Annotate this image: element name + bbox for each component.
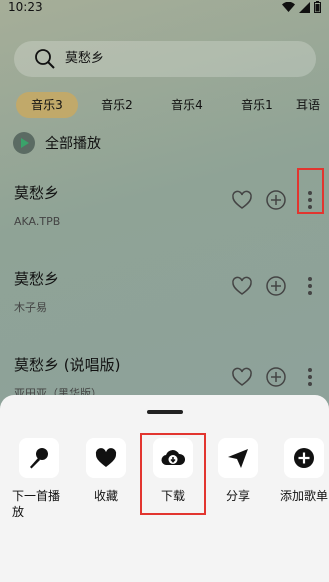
action-label: 收藏	[93, 489, 118, 503]
search-bar[interactable]: 莫愁乡	[14, 41, 316, 77]
tab-music1[interactable]: 音乐1	[226, 92, 288, 118]
search-input[interactable]: 莫愁乡	[65, 50, 104, 68]
favorite-button[interactable]: 收藏	[79, 438, 133, 504]
share-button[interactable]: 分享	[211, 438, 265, 504]
add-circle-icon[interactable]	[265, 366, 287, 388]
song-row[interactable]: 莫愁乡 AKA.TPB	[0, 168, 329, 262]
song-artist: 木子易	[14, 301, 47, 314]
tab-music3[interactable]: 音乐3	[16, 92, 78, 118]
song-title: 莫愁乡	[14, 184, 60, 202]
play-next-button[interactable]: 下一首播放	[12, 438, 66, 520]
tab-music2[interactable]: 音乐2	[86, 92, 148, 118]
wifi-icon	[282, 1, 295, 12]
sheet-drag-handle[interactable]	[147, 410, 183, 414]
tab-music4[interactable]: 音乐4	[156, 92, 218, 118]
more-vertical-icon[interactable]	[299, 275, 321, 297]
play-icon	[13, 132, 35, 154]
highlight-box	[140, 433, 206, 515]
tab-whisper[interactable]: 耳语	[296, 92, 329, 118]
song-title: 莫愁乡	[14, 270, 60, 288]
battery-icon	[314, 1, 321, 13]
category-tabs: 音乐3 音乐2 音乐4 音乐1 耳语	[16, 92, 329, 120]
song-row[interactable]: 莫愁乡 木子易	[0, 268, 329, 348]
song-artist: AKA.TPB	[14, 215, 61, 228]
add-circle-icon[interactable]	[265, 275, 287, 297]
play-all-button[interactable]: 全部播放	[13, 131, 101, 155]
more-vertical-icon[interactable]	[299, 366, 321, 388]
search-icon	[35, 49, 55, 69]
status-bar: 10:23	[0, 0, 329, 18]
highlight-box	[297, 168, 324, 214]
status-time: 10:23	[8, 0, 43, 14]
action-label: 分享	[225, 489, 250, 503]
add-to-playlist-button[interactable]: 添加歌单	[276, 438, 329, 504]
action-label: 下一首播放	[12, 489, 61, 519]
play-all-label: 全部播放	[45, 136, 101, 152]
heart-icon	[95, 448, 117, 467]
plus-circle-icon	[294, 448, 314, 468]
heart-outline-icon[interactable]	[231, 366, 253, 388]
heart-outline-icon[interactable]	[231, 189, 253, 211]
action-label: 添加歌单	[279, 489, 328, 503]
add-circle-icon[interactable]	[265, 189, 287, 211]
song-title: 莫愁乡 (说唱版)	[14, 356, 121, 374]
microphone-icon	[30, 448, 48, 469]
heart-outline-icon[interactable]	[231, 275, 253, 297]
send-icon	[228, 449, 248, 468]
signal-icon	[299, 1, 310, 13]
